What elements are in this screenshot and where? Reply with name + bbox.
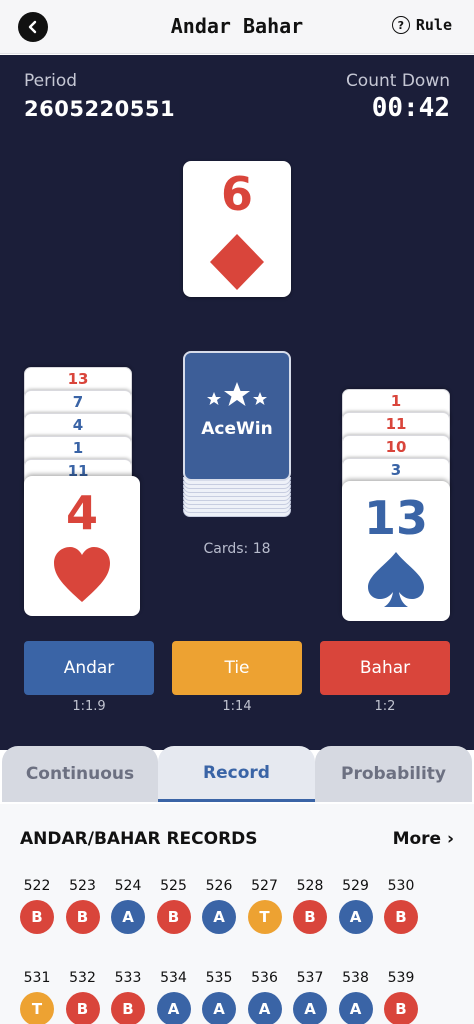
- period-value: 2605220551: [24, 97, 176, 121]
- records-title: ANDAR/BAHAR RECORDS: [20, 829, 258, 849]
- andar-odds: 1:1.9: [72, 699, 106, 714]
- question-icon: ?: [391, 16, 410, 34]
- record-number: 535: [205, 970, 233, 986]
- record-number: 531: [23, 970, 51, 986]
- andar-stack-card-rank: 1: [72, 439, 84, 457]
- record-number: 532: [69, 970, 96, 986]
- countdown-value: 00:42: [371, 93, 450, 123]
- bahar-top-card: 13: [342, 481, 450, 621]
- bahar-stack-card-rank: 11: [385, 415, 407, 433]
- record-number: 537: [296, 970, 324, 986]
- record-result-ball: B: [20, 900, 54, 934]
- andar-stack-card-rank: 7: [72, 393, 84, 411]
- record-number: 525: [160, 878, 187, 894]
- record-number: 536: [251, 970, 278, 986]
- record-number: 526: [205, 878, 233, 894]
- records-panel: ANDAR/BAHAR RECORDS More › 522 B 523 B 524 A 5…: [0, 804, 474, 1024]
- tie-bet-button[interactable]: Tie: [172, 641, 302, 695]
- rule-button[interactable]: ? Rule: [391, 16, 452, 34]
- record-result-ball: B: [65, 900, 100, 934]
- back-button[interactable]: [18, 12, 48, 42]
- andar-stack-card-rank: 4: [72, 416, 84, 434]
- record-result-ball: A: [156, 992, 191, 1024]
- header-bar: Andar Bahar ? Rule: [0, 0, 474, 54]
- bahar-stack-card-rank: 10: [385, 438, 407, 456]
- record-number: 539: [387, 970, 415, 986]
- record-result-ball: A: [338, 900, 373, 934]
- bahar-bet-button[interactable]: Bahar: [320, 641, 450, 695]
- record-number: 538: [342, 970, 369, 986]
- rule-label: Rule: [415, 16, 452, 34]
- record-result-ball: B: [65, 992, 100, 1024]
- record-result-ball: A: [338, 992, 373, 1024]
- period-label: Period: [24, 71, 78, 91]
- record-result-ball: A: [247, 992, 282, 1024]
- chevron-left-icon: [28, 20, 37, 34]
- record-result-ball: A: [202, 900, 236, 934]
- record-number: 534: [160, 970, 187, 986]
- record-result-ball: A: [293, 992, 327, 1024]
- record-number: 523: [69, 878, 96, 894]
- bahar-stack-card-rank: 3: [390, 461, 402, 479]
- record-result-ball: B: [384, 900, 418, 934]
- deck-brand-logo: AceWin: [201, 419, 273, 439]
- tab-record[interactable]: Record: [158, 746, 315, 802]
- more-link[interactable]: More ›: [393, 829, 454, 849]
- diamond-icon: [210, 234, 264, 290]
- tab-bar: Continuous Record Probability: [0, 746, 474, 804]
- record-result-ball: A: [111, 900, 145, 934]
- andar-stack-card-rank: 13: [67, 370, 89, 388]
- bahar-top-card-rank: 13: [363, 491, 428, 545]
- joker-card: 6: [183, 161, 291, 297]
- bahar-stack-card-rank: 1: [390, 392, 402, 410]
- record-result-ball: B: [293, 900, 327, 934]
- record-result-ball: B: [384, 992, 418, 1024]
- record-result-ball: A: [202, 992, 236, 1024]
- spade-icon: [368, 552, 424, 607]
- record-result-ball: T: [247, 900, 282, 934]
- record-number: 530: [387, 878, 415, 894]
- stars-icon: [207, 382, 267, 406]
- heart-icon: [54, 547, 110, 602]
- record-number: 529: [342, 878, 369, 894]
- record-result-ball: B: [111, 992, 145, 1024]
- andar-top-card: 4: [24, 476, 140, 616]
- bahar-odds: 1:2: [374, 699, 396, 714]
- cards-remaining: Cards: 18: [203, 541, 271, 557]
- game-board: Period 2605220551 Count Down 00:42 6 13 7…: [0, 55, 474, 750]
- tab-continuous[interactable]: Continuous: [2, 746, 158, 802]
- card-deck: AceWin: [183, 351, 291, 521]
- record-result-ball: T: [20, 992, 54, 1024]
- countdown-label: Count Down: [345, 71, 450, 91]
- record-number: 533: [114, 970, 142, 986]
- tie-odds: 1:14: [222, 699, 252, 714]
- joker-card-rank: 6: [220, 167, 253, 221]
- andar-top-card-rank: 4: [65, 486, 98, 540]
- record-number: 524: [114, 878, 142, 894]
- andar-bet-button[interactable]: Andar: [24, 641, 154, 695]
- record-number: 528: [296, 878, 324, 894]
- tab-probability[interactable]: Probability: [315, 746, 472, 802]
- record-number: 527: [251, 878, 278, 894]
- record-number: 522: [23, 878, 51, 894]
- record-result-ball: B: [156, 900, 191, 934]
- deck-top-card: AceWin: [183, 351, 291, 481]
